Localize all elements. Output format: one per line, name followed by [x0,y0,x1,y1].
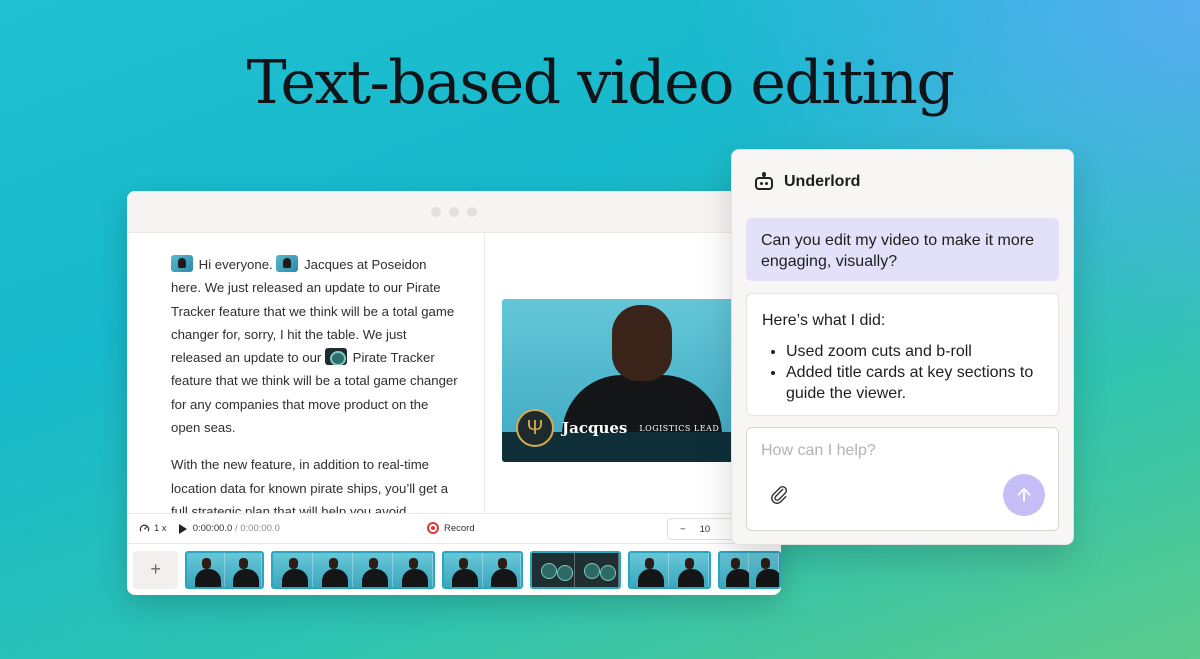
panel-title: Underlord [784,173,861,190]
send-button[interactable] [1003,474,1045,516]
playback-speed[interactable]: 1 x [139,523,167,534]
lower-third-name: Jacques [562,419,628,437]
arrow-up-icon [1017,488,1031,502]
script-panel[interactable]: Hi everyone. Jacques at Poseidon here. W… [127,233,485,513]
script-text[interactable]: Hi everyone. [199,257,273,272]
lower-third-role: LOGISTICS LEAD [639,423,720,433]
clip-frame [575,552,619,587]
underlord-panel: Underlord Can you edit my video to make … [731,149,1074,545]
robot-eye [760,182,763,185]
clip-frame [224,552,263,587]
timeline-clip[interactable] [185,550,265,589]
clip-frame [313,552,354,587]
speed-gauge-icon [139,524,150,532]
editor-window: Hi everyone. Jacques at Poseidon here. W… [127,191,781,595]
clip-frame [669,552,709,587]
timeline-clip[interactable] [271,550,436,589]
clip-frame [273,552,314,587]
record-label: Record [444,522,475,534]
clip-frame [444,552,483,587]
clip-frame [187,552,225,587]
time-separator: / [234,523,238,534]
robot-eye [765,182,768,185]
timeline-clip-broll[interactable] [530,550,621,589]
clip-thumbnail-icon[interactable] [276,255,299,272]
user-message-bubble: Can you edit my video to make it more en… [746,218,1059,281]
reply-list: Used zoom cuts and b-roll Added title ca… [762,341,1043,404]
script-paragraph[interactable]: Hi everyone. Jacques at Poseidon here. W… [171,253,460,439]
record-icon [427,522,439,534]
speed-label: 1 x [154,523,167,534]
current-time: 0:00:00.0 [192,523,233,534]
panel-header: Underlord [754,172,860,192]
timeline-clip[interactable] [627,550,711,589]
robot-head [755,177,773,190]
window-dot[interactable] [431,206,441,217]
trident-logo-icon: Ψ [516,409,554,447]
add-clip-button[interactable]: + [133,550,179,589]
clip-frame [482,552,522,587]
robot-icon [754,172,774,192]
zoom-value[interactable]: 10 [700,524,711,535]
broll-thumbnail-icon[interactable] [324,348,347,366]
reply-list-item: Used zoom cuts and b-roll [786,341,1043,362]
timecode: 0:00:00.0 / 0:00:00.0 [193,523,280,534]
headline: Text-based video editing [246,48,955,118]
chat-composer [746,427,1059,531]
play-icon[interactable] [178,523,187,534]
script-text[interactable]: Jacques at Poseidon here. We just releas… [171,257,454,365]
speaker-head [612,305,672,381]
record-button[interactable]: Record [427,522,475,534]
script-paragraph[interactable]: With the new feature, in addition to rea… [171,453,460,513]
window-dot[interactable] [449,206,459,217]
zoom-out-button[interactable]: − [680,524,686,535]
chat-input[interactable] [761,442,1041,460]
clip-frame [749,552,779,587]
clip-frame [719,552,752,587]
total-time: 0:00:00.0 [240,523,280,534]
lower-third: Ψ Jacques LOGISTICS LEAD [516,409,719,447]
clip-frame [629,552,670,587]
clip-frame [353,552,394,587]
clip-thumbnail-icon[interactable] [171,255,193,272]
clip-frame [532,552,576,587]
reply-list-item: Added title cards at key sections to gui… [786,362,1043,404]
clip-frame [393,552,434,587]
transport-bar: 1 x 0:00:00.0 / 0:00:00.0 Record − 10 [127,513,781,543]
window-titlebar [127,191,781,233]
attach-paperclip-icon[interactable] [769,484,789,504]
window-dot[interactable] [467,206,477,217]
assistant-reply: Here’s what I did: Used zoom cuts and b-… [746,293,1059,416]
reply-intro: Here’s what I did: [762,312,886,329]
timeline: + [127,543,781,595]
timeline-clip[interactable] [717,550,781,589]
timeline-clip[interactable] [442,550,524,589]
